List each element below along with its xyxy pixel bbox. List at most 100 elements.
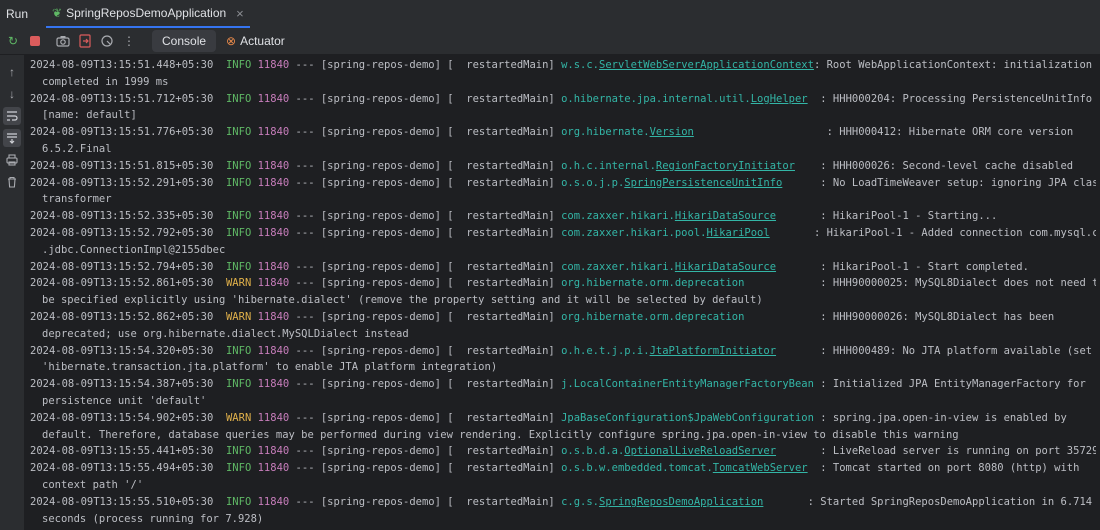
trash-icon[interactable] — [3, 173, 21, 191]
camera-icon[interactable] — [54, 32, 72, 50]
more-icon[interactable]: ⋮ — [120, 32, 138, 50]
log-line: 2024-08-09T13:15:55.494+05:30 INFO 11840… — [30, 462, 1079, 474]
log-message: : HHH90000026: MySQL8Dialect has been — [744, 310, 1055, 323]
log-message-continuation: [name: default] — [42, 109, 137, 122]
log-logger-link[interactable]: org.hibernate.orm.deprecation — [561, 277, 744, 289]
log-message: : HHH000204: Processing PersistenceUnitI… — [807, 92, 1093, 105]
scroll-to-end-icon[interactable] — [3, 129, 21, 147]
stop-icon[interactable] — [26, 32, 44, 50]
log-app-name: [spring-repos-demo] — [320, 310, 441, 323]
log-pid: 11840 — [257, 126, 290, 139]
log-logger-link[interactable]: com.zaxxer.hikari.pool.HikariPool — [561, 227, 770, 239]
log-logger-link[interactable]: com.zaxxer.hikari.HikariDataSource — [561, 261, 776, 273]
log-app-name: [spring-repos-demo] — [320, 59, 441, 71]
log-logger-prefix: o.s.b.d.a. — [561, 445, 625, 458]
log-logger-prefix: o.s.o.j.p. — [561, 176, 625, 189]
log-message-continuation: be specified explicitly using 'hibernate… — [42, 294, 763, 307]
log-logger-link[interactable]: j.LocalContainerEntityManagerFactoryBean — [561, 378, 814, 390]
log-separator: --- — [295, 411, 315, 424]
log-logger-prefix: o.s.b.w.embedded.tomcat. — [561, 462, 713, 475]
log-app-name: [spring-repos-demo] — [320, 159, 441, 172]
log-entry: 2024-08-09T13:15:52.335+05:30 INFO 11840… — [30, 208, 1096, 225]
coverage-icon[interactable] — [98, 32, 116, 50]
log-level: INFO — [225, 92, 252, 105]
run-config-tab[interactable]: ❦ SpringReposDemoApplication × — [46, 0, 250, 28]
log-level: INFO — [225, 226, 252, 239]
run-label: Run — [6, 7, 29, 21]
log-logger-link[interactable]: JpaBaseConfiguration$JpaWebConfiguration — [561, 412, 814, 424]
log-app-name: [spring-repos-demo] — [320, 378, 441, 391]
tab-actuator[interactable]: ⊗ Actuator — [216, 30, 295, 52]
log-logger-link[interactable]: com.zaxxer.hikari.HikariDataSource — [561, 210, 776, 222]
log-line: 2024-08-09T13:15:54.902+05:30 WARN 11840… — [30, 412, 1067, 424]
print-icon[interactable] — [3, 151, 21, 169]
log-timestamp: 2024-08-09T13:15:55.441+05:30 — [30, 445, 214, 458]
log-separator: --- — [295, 462, 315, 475]
log-pid: 11840 — [257, 462, 290, 475]
log-level: WARN — [225, 277, 252, 290]
close-icon[interactable]: × — [236, 6, 244, 21]
log-thread: [ restartedMain] — [447, 310, 555, 323]
log-separator: --- — [295, 59, 315, 71]
log-logger-link[interactable]: w.s.c.ServletWebServerApplicationContext — [561, 59, 814, 71]
log-separator: --- — [295, 378, 315, 391]
log-logger-class: HikariDataSource — [674, 260, 777, 273]
log-line: 2024-08-09T13:15:55.510+05:30 INFO 11840… — [30, 496, 1092, 508]
log-line: 2024-08-09T13:15:54.387+05:30 INFO 11840… — [30, 378, 1086, 390]
log-entry: 2024-08-09T13:15:54.387+05:30 INFO 11840… — [30, 376, 1096, 410]
log-entry: 2024-08-09T13:15:51.448+05:30 INFO 11840… — [30, 57, 1096, 91]
log-thread: [ restartedMain] — [447, 226, 555, 239]
log-message-continuation: default. Therefore, database queries may… — [42, 428, 959, 441]
scroll-down-icon[interactable]: ↓ — [3, 85, 21, 103]
log-level: INFO — [225, 176, 252, 189]
log-timestamp: 2024-08-09T13:15:51.776+05:30 — [30, 126, 214, 139]
log-timestamp: 2024-08-09T13:15:52.794+05:30 — [30, 260, 214, 273]
log-line: 2024-08-09T13:15:51.815+05:30 INFO 11840… — [30, 160, 1073, 172]
log-line: 2024-08-09T13:15:52.335+05:30 INFO 11840… — [30, 210, 997, 222]
log-logger-link[interactable]: org.hibernate.orm.deprecation — [561, 311, 744, 323]
log-timestamp: 2024-08-09T13:15:52.862+05:30 — [30, 310, 214, 323]
log-logger-link[interactable]: o.h.c.internal.RegionFactoryInitiator — [561, 160, 795, 172]
soft-wrap-icon[interactable] — [3, 107, 21, 125]
log-logger-link[interactable]: o.s.b.w.embedded.tomcat.TomcatWebServer — [561, 462, 808, 474]
rerun-icon[interactable]: ↻ — [4, 32, 22, 50]
log-thread: [ restartedMain] — [447, 159, 555, 172]
log-pid: 11840 — [257, 277, 290, 290]
log-separator: --- — [295, 126, 315, 139]
console-output[interactable]: 2024-08-09T13:15:51.448+05:30 INFO 11840… — [30, 57, 1096, 529]
log-thread: [ restartedMain] — [447, 126, 555, 139]
log-app-name: [spring-repos-demo] — [320, 411, 441, 424]
log-message-continuation: context path '/' — [42, 478, 144, 491]
run-tool-window-header: Run ❦ SpringReposDemoApplication × — [0, 0, 1100, 29]
log-logger-link[interactable]: o.s.b.d.a.OptionalLiveReloadServer — [561, 445, 776, 457]
log-separator: --- — [295, 344, 315, 357]
log-message: : HikariPool-1 - Starting... — [776, 210, 998, 223]
log-thread: [ restartedMain] — [447, 378, 555, 391]
log-timestamp: 2024-08-09T13:15:55.494+05:30 — [30, 462, 214, 475]
log-logger-class: LogHelper — [750, 92, 808, 105]
log-logger-link[interactable]: org.hibernate.Version — [561, 126, 694, 138]
log-logger-link[interactable]: o.s.o.j.p.SpringPersistenceUnitInfo — [561, 177, 782, 189]
log-timestamp: 2024-08-09T13:15:52.335+05:30 — [30, 210, 214, 223]
exit-icon[interactable] — [76, 32, 94, 50]
log-line: 2024-08-09T13:15:52.794+05:30 INFO 11840… — [30, 261, 1029, 273]
log-message: : Started SpringReposDemoApplication in … — [763, 495, 1093, 508]
log-logger-prefix: com.zaxxer.hikari. — [561, 260, 675, 273]
log-entry: 2024-08-09T13:15:54.902+05:30 WARN 11840… — [30, 410, 1096, 444]
log-separator: --- — [295, 495, 315, 508]
log-entry: 2024-08-09T13:15:54.320+05:30 INFO 11840… — [30, 343, 1096, 377]
log-entry: 2024-08-09T13:15:52.794+05:30 INFO 11840… — [30, 259, 1096, 276]
scroll-up-icon[interactable]: ↑ — [3, 63, 21, 81]
log-timestamp: 2024-08-09T13:15:52.861+05:30 — [30, 277, 214, 290]
log-app-name: [spring-repos-demo] — [320, 445, 441, 458]
log-level: INFO — [225, 210, 252, 223]
log-logger-link[interactable]: o.h.e.t.j.p.i.JtaPlatformInitiator — [561, 345, 776, 357]
tab-console[interactable]: Console — [152, 30, 217, 52]
log-logger-prefix: c.g.s. — [561, 495, 600, 508]
log-logger-link[interactable]: c.g.s.SpringReposDemoApplication — [561, 496, 763, 508]
log-app-name: [spring-repos-demo] — [320, 277, 441, 290]
actuator-icon: ⊗ — [226, 34, 237, 48]
log-message: : No LoadTimeWeaver setup: ignoring JPA … — [782, 176, 1096, 189]
log-logger-link[interactable]: o.hibernate.jpa.internal.util.LogHelper — [561, 93, 808, 105]
tab-console-label: Console — [162, 34, 207, 48]
